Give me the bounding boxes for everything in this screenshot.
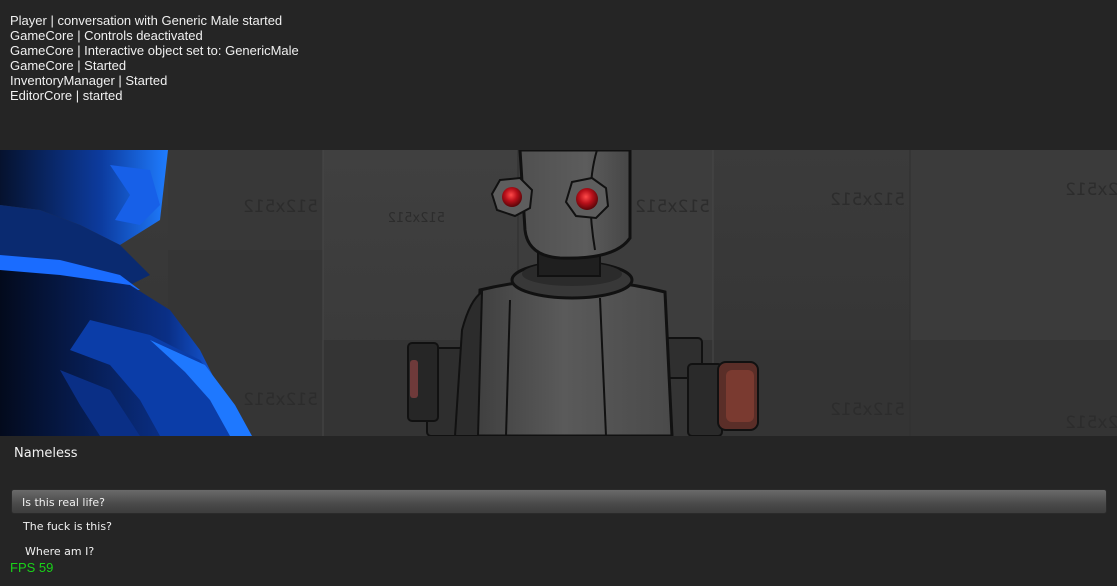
fps-counter: FPS 59 [10, 560, 54, 575]
log-line: InventoryManager | Started [10, 73, 168, 88]
game-screen: Player | conversation with Generic Male … [0, 0, 1117, 586]
dialogue-options: Is this real life? The fuck is this? Whe… [11, 489, 1107, 564]
scene-render: 512x512 512x512 512x512 512x512 512x512 … [0, 150, 1117, 436]
game-viewport: 512x512 512x512 512x512 512x512 512x512 … [0, 150, 1117, 436]
debug-log: Player | conversation with Generic Male … [10, 13, 299, 103]
texture-label: 512x512 [635, 197, 710, 217]
dialogue-option-what-is-this[interactable]: The fuck is this? [11, 514, 1107, 539]
log-line: EditorCore | started [10, 88, 123, 103]
dialogue-option-real-life[interactable]: Is this real life? [11, 489, 1107, 514]
texture-label: 512x512 [830, 190, 905, 210]
texture-label: 512x512 [243, 197, 318, 217]
dialogue-option-where-am-i[interactable]: Where am I? [11, 539, 1107, 564]
log-line: GameCore | Started [10, 58, 127, 73]
log-line: Player | conversation with Generic Male … [10, 13, 283, 28]
texture-label: 512x512 [830, 400, 905, 420]
texture-label: 512x512 [1065, 180, 1117, 200]
dialogue-speaker-name: Nameless [14, 446, 78, 461]
robot-left-eye [490, 176, 534, 218]
texture-label: 512x512 [243, 390, 318, 410]
texture-label: 512x512 [388, 211, 445, 226]
texture-label: 512x512 [1065, 413, 1117, 433]
log-line: GameCore | Controls deactivated [10, 28, 203, 43]
robot-right-eye [564, 176, 610, 220]
log-line: GameCore | Interactive object set to: Ge… [10, 43, 299, 58]
